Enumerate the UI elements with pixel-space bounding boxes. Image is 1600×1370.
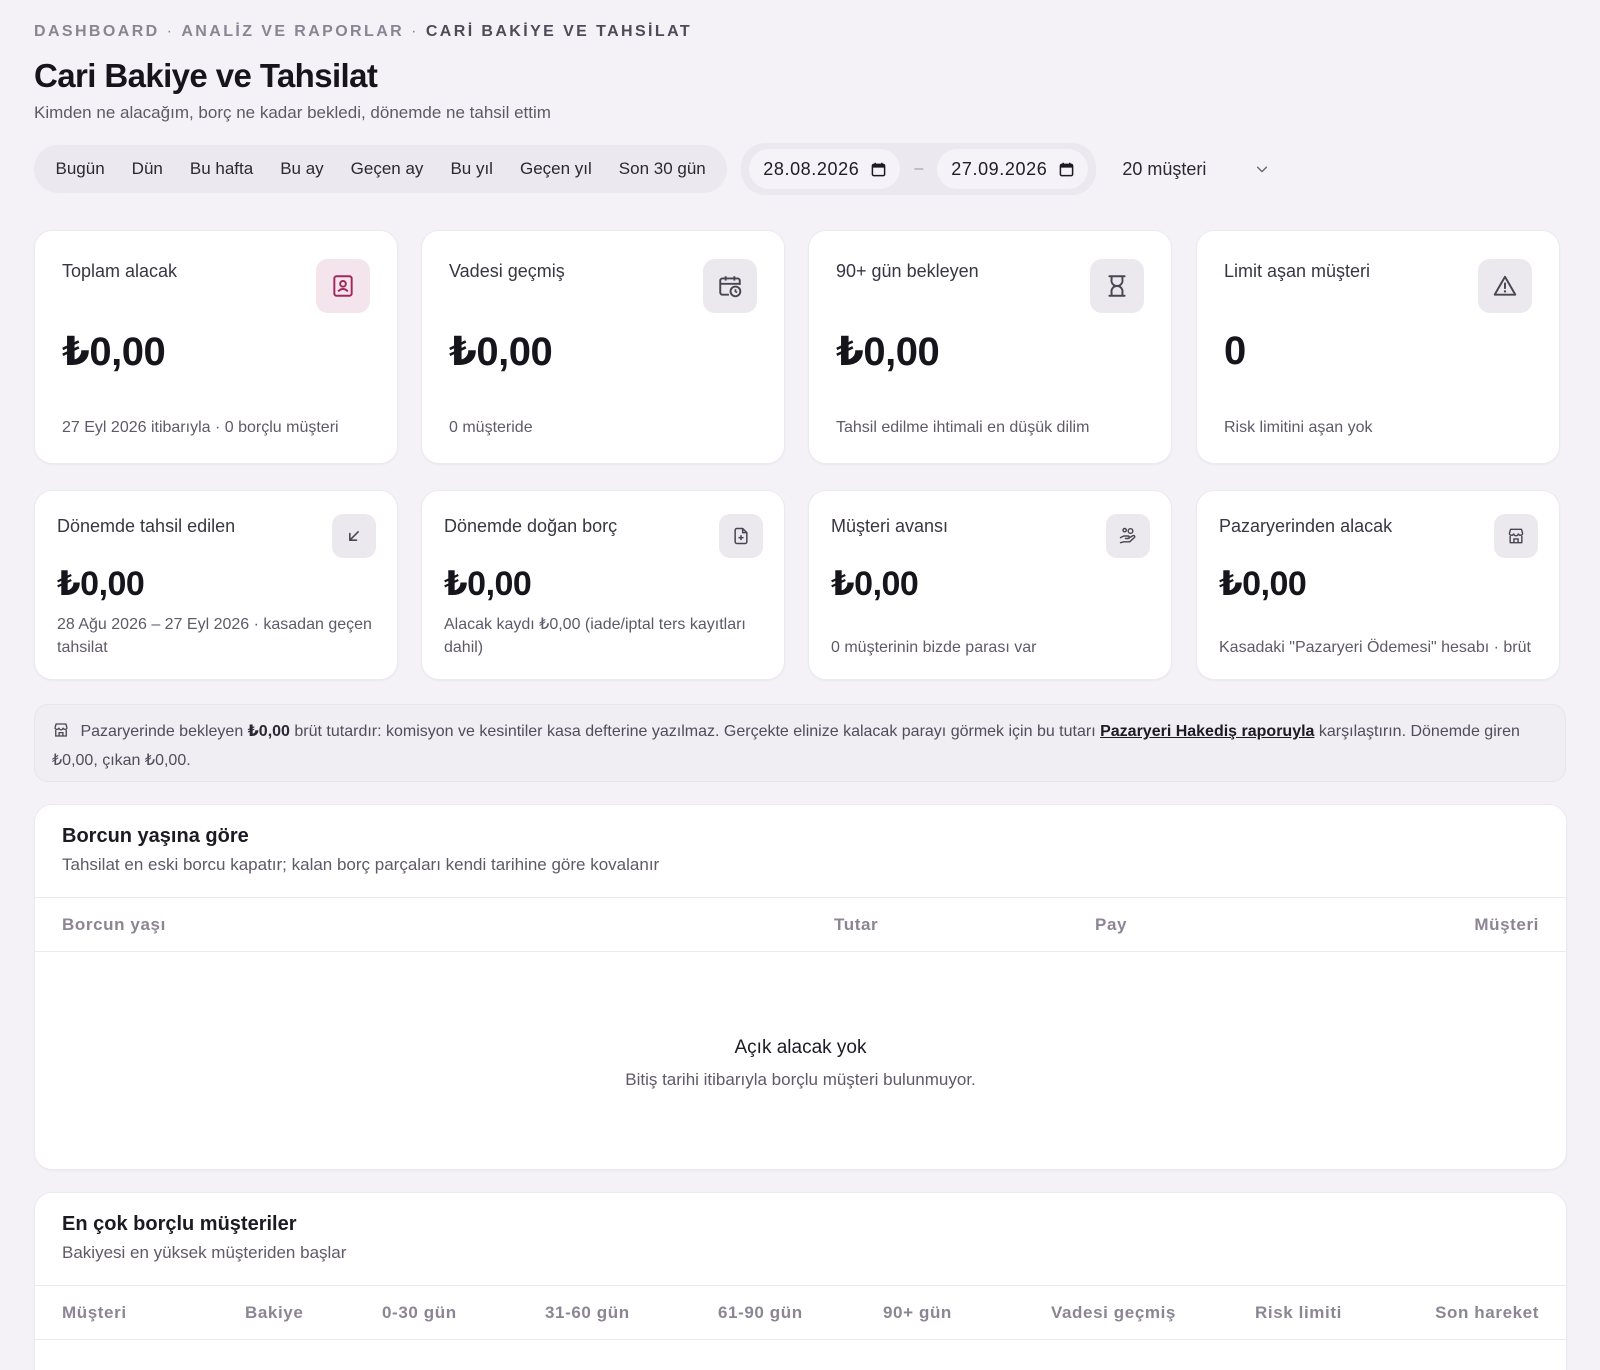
start-date-value: 28.08.2026 (763, 158, 860, 179)
preset-today[interactable]: Bugün (42, 145, 118, 193)
column-header-90-plus-days[interactable]: 90+ gün (883, 1286, 952, 1340)
chevron-down-icon (1257, 166, 1268, 173)
kpi-period-new-debt: Dönemde doğan borç ₺0,00 Alacak kaydı ₺0… (421, 490, 785, 680)
kpi-label: Toplam alacak (62, 261, 178, 281)
preset-last-year[interactable]: Geçen yıl (506, 145, 605, 193)
kpi-note: 0 müşteride (449, 419, 533, 436)
preset-yesterday[interactable]: Dün (118, 145, 176, 193)
kpi-label: Vadesi geçmiş (449, 261, 565, 281)
kpi-label: 90+ gün bekleyen (836, 261, 979, 281)
banner-text-before: Pazaryerinde bekleyen (80, 723, 244, 740)
date-separator: – (914, 160, 924, 177)
warning-triangle-icon (1478, 259, 1532, 313)
section-title: Borcun yaşına göre (62, 825, 249, 847)
contact-book-icon (316, 259, 370, 313)
preset-this-month[interactable]: Bu ay (267, 145, 337, 193)
breadcrumb-separator: · (166, 23, 175, 40)
kpi-90-plus-days: 90+ gün bekleyen ₺0,00 Tahsil edilme iht… (808, 230, 1172, 464)
kpi-value: ₺0,00 (444, 565, 532, 603)
column-header-share[interactable]: Pay (1095, 898, 1127, 952)
kpi-value: ₺0,00 (57, 565, 145, 603)
date-range: 28.08.2026 – 27.09.2026 (741, 143, 1097, 195)
kpi-marketplace-receivable: Pazaryerinden alacak ₺0,00 Kasadaki "Paz… (1196, 490, 1560, 680)
kpi-customer-advance: Müşteri avansı ₺0,00 0 müşterinin bizde … (808, 490, 1172, 680)
kpi-note: Alacak kaydı ₺0,00 (iade/iptal ters kayı… (444, 616, 746, 656)
preset-last-30-days[interactable]: Son 30 gün (605, 145, 719, 193)
filter-bar: Bugün Dün Bu hafta Bu ay Geçen ay Bu yıl… (34, 143, 1567, 195)
banner-amount: ₺0,00 (247, 723, 290, 740)
column-header-customer[interactable]: Müşteri (1474, 898, 1539, 952)
calendar-icon (1060, 162, 1074, 176)
kpi-note: 0 müşterinin bizde parası var (831, 639, 1037, 656)
breadcrumb: DASHBOARD · ANALİZ VE RAPORLAR · CARİ BAKİYE… (34, 22, 1567, 42)
hand-coins-icon (1106, 514, 1150, 558)
page-title: Cari Bakiye ve Tahsilat (34, 57, 378, 94)
end-date-value: 27.09.2026 (951, 158, 1048, 179)
empty-state-subtitle: Bitiş tarihi itibarıyla borçlu müşteri b… (625, 1070, 976, 1089)
date-presets: Bugün Dün Bu hafta Bu ay Geçen ay Bu yıl… (34, 145, 728, 193)
kpi-overdue: Vadesi geçmiş ₺0,00 0 müşteride (421, 230, 785, 464)
kpi-value: ₺0,00 (62, 330, 166, 374)
kpi-value: ₺0,00 (836, 330, 940, 374)
breadcrumb-dashboard[interactable]: DASHBOARD (34, 23, 160, 40)
column-header-balance[interactable]: Bakiye (245, 1286, 303, 1340)
marketplace-report-link[interactable]: Pazaryeri Hakediş raporuyla (1100, 723, 1314, 740)
page-subtitle: Kimden ne alacağım, borç ne kadar bekled… (34, 103, 551, 122)
customer-select[interactable]: 20 müşteri (1108, 145, 1283, 193)
column-header-61-90-days[interactable]: 61-90 gün (718, 1286, 803, 1340)
aging-table-header: Borcun yaşı Tutar Pay Müşteri (35, 897, 1566, 952)
arrow-down-left-icon (332, 514, 376, 558)
banner-text-middle: brüt tutardır: komisyon ve kesintiler ka… (294, 723, 1096, 740)
kpi-note: 27 Eyl 2026 itibarıyla · 0 borçlu müşter… (62, 419, 339, 436)
breadcrumb-separator: · (411, 23, 419, 40)
preset-this-year[interactable]: Bu yıl (437, 145, 507, 193)
end-date-input[interactable]: 27.09.2026 (937, 149, 1089, 189)
kpi-label: Limit aşan müşteri (1224, 261, 1371, 281)
column-header-customer[interactable]: Müşteri (62, 1286, 127, 1340)
column-header-risk-limit[interactable]: Risk limiti (1255, 1286, 1342, 1340)
kpi-note: Tahsil edilme ihtimali en düşük dilim (836, 419, 1090, 436)
top-debtors-section: En çok borçlu müşteriler Bakiyesi en yük… (34, 1192, 1567, 1370)
top-debtors-table-header: Müşteri Bakiye 0-30 gün 31-60 gün 61-90 … (35, 1285, 1566, 1340)
preset-this-week[interactable]: Bu hafta (176, 145, 266, 193)
kpi-label: Dönemde doğan borç (444, 516, 618, 536)
file-plus-icon (719, 514, 763, 558)
kpi-label: Müşteri avansı (831, 516, 949, 536)
kpi-label: Pazaryerinden alacak (1219, 516, 1393, 536)
calendar-icon (872, 162, 886, 176)
empty-state-title: Açık alacak yok (734, 1037, 867, 1058)
column-header-amount[interactable]: Tutar (834, 898, 878, 952)
marketplace-info-banner: Pazaryerinde bekleyen ₺0,00 brüt tutardı… (34, 704, 1566, 782)
column-header-31-60-days[interactable]: 31-60 gün (545, 1286, 630, 1340)
kpi-total-receivable: Toplam alacak ₺0,00 27 Eyl 2026 itibarıy… (34, 230, 398, 464)
breadcrumb-current: CARİ BAKİYE VE TAHSİLAT (425, 23, 693, 40)
store-icon (1494, 514, 1538, 558)
kpi-label: Dönemde tahsil edilen (57, 516, 236, 536)
kpi-limit-exceeded: Limit aşan müşteri 0 Risk limitini aşan … (1196, 230, 1560, 464)
hourglass-icon (1090, 259, 1144, 313)
column-header-overdue[interactable]: Vadesi geçmiş (1051, 1286, 1176, 1340)
start-date-input[interactable]: 28.08.2026 (749, 149, 901, 189)
customer-select-value: 20 müşteri (1122, 158, 1207, 179)
column-header-last-activity[interactable]: Son hareket (1435, 1286, 1539, 1340)
kpi-value: ₺0,00 (1219, 565, 1307, 603)
kpi-note: Kasadaki "Pazaryeri Ödemesi" hesabı · br… (1219, 639, 1531, 656)
kpi-period-collected: Dönemde tahsil edilen ₺0,00 28 Ağu 2026 … (34, 490, 398, 680)
section-subtitle: Tahsilat en eski borcu kapatır; kalan bo… (62, 855, 660, 874)
calendar-clock-icon (703, 259, 757, 313)
aging-section: Borcun yaşına göre Tahsilat en eski borc… (34, 804, 1567, 1170)
column-header-0-30-days[interactable]: 0-30 gün (382, 1286, 457, 1340)
store-icon (54, 723, 68, 737)
breadcrumb-analysis[interactable]: ANALİZ VE RAPORLAR (181, 23, 404, 40)
column-header-debt-age[interactable]: Borcun yaşı (62, 898, 166, 952)
kpi-note: 28 Ağu 2026 – 27 Eyl 2026 · kasadan geçe… (57, 616, 372, 656)
kpi-value: 0 (1224, 329, 1246, 373)
section-subtitle: Bakiyesi en yüksek müşteriden başlar (62, 1243, 347, 1262)
kpi-value: ₺0,00 (831, 565, 919, 603)
preset-last-month[interactable]: Geçen ay (337, 145, 437, 193)
kpi-note: Risk limitini aşan yok (1224, 419, 1373, 436)
kpi-value: ₺0,00 (449, 330, 553, 374)
section-title: En çok borçlu müşteriler (62, 1213, 297, 1235)
